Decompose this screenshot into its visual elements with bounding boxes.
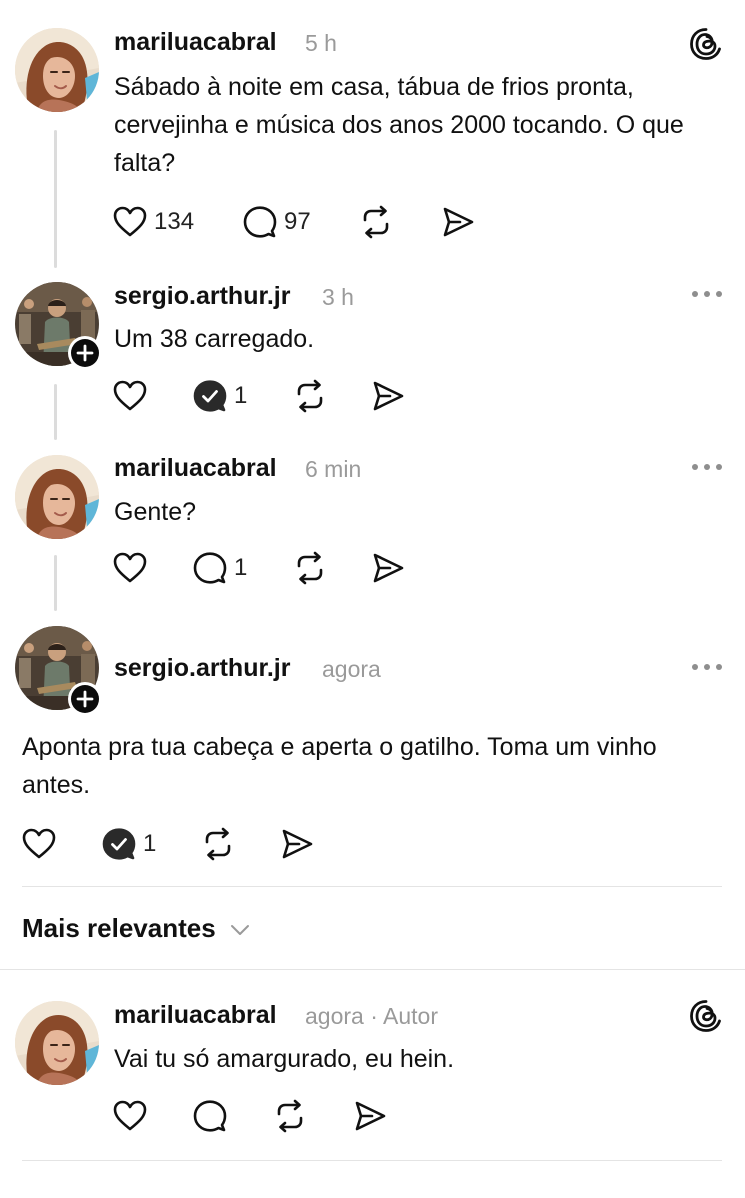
repost-button[interactable]: [358, 204, 394, 240]
heart-icon: [112, 378, 148, 414]
share-button[interactable]: [370, 378, 406, 414]
divider: [0, 969, 745, 970]
like-button[interactable]: [112, 550, 148, 586]
heart-icon: [112, 204, 148, 240]
more-icon[interactable]: [690, 462, 724, 472]
avatar[interactable]: [15, 1001, 99, 1085]
comment-check-icon: [192, 378, 228, 414]
reply-count: 97: [284, 208, 311, 235]
reply-button[interactable]: [192, 1098, 228, 1134]
threads-logo-icon[interactable]: [688, 998, 724, 1034]
heart-icon: [21, 826, 57, 862]
like-button[interactable]: 134: [112, 204, 194, 240]
plus-icon: [71, 685, 99, 713]
divider: [22, 886, 722, 887]
post-time: 6 min: [305, 456, 362, 482]
repost-button[interactable]: [292, 378, 328, 414]
repost-icon: [358, 204, 394, 240]
reply-button[interactable]: 1: [192, 550, 247, 586]
share-button[interactable]: [440, 204, 476, 240]
avatar[interactable]: [15, 28, 99, 112]
share-icon: [370, 378, 406, 414]
post-username[interactable]: sergio.arthur.jr: [114, 654, 290, 683]
repost-button[interactable]: [292, 550, 328, 586]
threads-logo-icon[interactable]: [688, 26, 724, 62]
repost-icon: [272, 1098, 308, 1134]
post-text: Gente?: [114, 498, 197, 526]
thread-line: [54, 555, 57, 611]
post-username[interactable]: mariluacabral: [114, 454, 277, 483]
share-button[interactable]: [352, 1098, 388, 1134]
like-count: 134: [154, 208, 195, 235]
sort-label: Mais relevantes: [22, 913, 216, 943]
reply-count: 1: [143, 830, 157, 857]
post-text: Aponta pra tua cabeça e aperta o gatilho…: [22, 733, 657, 799]
reply-button[interactable]: 97: [242, 204, 311, 240]
like-button[interactable]: [21, 826, 57, 862]
follow-button[interactable]: [68, 336, 102, 370]
repost-icon: [292, 550, 328, 586]
avatar[interactable]: [15, 455, 99, 539]
post-time: 3 h: [322, 284, 354, 310]
follow-button[interactable]: [68, 682, 102, 716]
avatar-image: [15, 28, 99, 112]
like-button[interactable]: [112, 1098, 148, 1134]
thread-line: [54, 130, 57, 268]
repost-button[interactable]: [200, 826, 236, 862]
reply-button[interactable]: 1: [101, 826, 156, 862]
reply-count: 1: [234, 554, 248, 581]
comment-icon: [192, 550, 228, 586]
comment-check-icon: [101, 826, 137, 862]
divider: [22, 1160, 722, 1161]
heart-icon: [112, 1098, 148, 1134]
post-username[interactable]: sergio.arthur.jr: [114, 282, 290, 311]
share-button[interactable]: [370, 550, 406, 586]
more-icon[interactable]: [690, 289, 724, 299]
thread-line: [54, 384, 57, 440]
avatar-image: [15, 455, 99, 539]
meta-separator: ·: [370, 1003, 378, 1029]
share-icon: [279, 826, 315, 862]
reply-username[interactable]: mariluacabral: [114, 1001, 277, 1030]
avatar-image: [15, 1001, 99, 1085]
chevron-down-icon: [230, 925, 249, 936]
like-button[interactable]: [112, 378, 148, 414]
sort-dropdown[interactable]: Mais relevantes: [22, 913, 251, 944]
reply-button[interactable]: 1: [192, 378, 247, 414]
share-button[interactable]: [279, 826, 315, 862]
comment-icon: [192, 1098, 228, 1134]
reply-text: Vai tu só amargurado, eu hein.: [114, 1045, 455, 1073]
repost-button[interactable]: [272, 1098, 308, 1134]
reply-meta: agora · Autor: [305, 1003, 438, 1030]
post-username[interactable]: mariluacabral: [114, 28, 277, 57]
repost-icon: [200, 826, 236, 862]
post-text: Sábado à noite em casa, tábua de frios p…: [114, 73, 684, 177]
post-time: 5 h: [305, 30, 337, 56]
share-icon: [352, 1098, 388, 1134]
post-text: Um 38 carregado.: [114, 325, 315, 353]
reply-time: agora: [305, 1003, 364, 1029]
share-icon: [440, 204, 476, 240]
author-tag: Autor: [383, 1003, 438, 1029]
share-icon: [370, 550, 406, 586]
more-icon[interactable]: [690, 662, 724, 672]
comment-icon: [242, 204, 278, 240]
plus-icon: [71, 339, 99, 367]
reply-count: 1: [234, 382, 248, 409]
repost-icon: [292, 378, 328, 414]
post-time: agora: [322, 656, 381, 682]
heart-icon: [112, 550, 148, 586]
